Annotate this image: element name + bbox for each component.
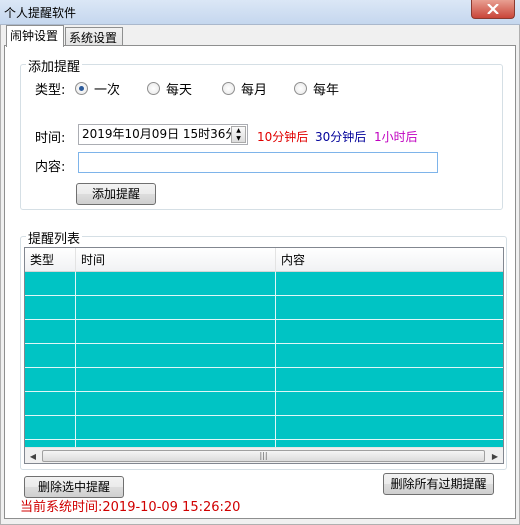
delete-selected-button[interactable]: 删除选中提醒 bbox=[24, 476, 124, 498]
cell-type bbox=[25, 392, 76, 415]
quick-1hour-link[interactable]: 1小时后 bbox=[374, 128, 418, 145]
quick-10min-link[interactable]: 10分钟后 bbox=[257, 128, 308, 145]
radio-label: 每月 bbox=[241, 83, 268, 98]
tab-label: 闹钟设置 bbox=[10, 29, 59, 43]
cell-time bbox=[76, 368, 276, 391]
button-label: 删除选中提醒 bbox=[37, 480, 110, 494]
cell-type bbox=[25, 440, 76, 447]
delete-expired-button[interactable]: 删除所有过期提醒 bbox=[383, 473, 494, 495]
cell-time bbox=[76, 416, 276, 439]
tab-panel-alarm: 添加提醒 类型: 一次 每天 每月 每年 时间: 2019年10月09日 15时… bbox=[4, 45, 516, 519]
reminder-list-title: 提醒列表 bbox=[26, 228, 83, 247]
cell-time bbox=[76, 296, 276, 319]
table-row[interactable] bbox=[25, 344, 503, 368]
radio-label: 每天 bbox=[166, 83, 193, 98]
title-bar: 个人提醒软件 bbox=[0, 0, 520, 25]
radio-button-icon bbox=[147, 82, 160, 95]
radio-label: 一次 bbox=[94, 83, 121, 98]
button-label: 添加提醒 bbox=[91, 187, 140, 201]
tab-alarm-settings[interactable]: 闹钟设置 bbox=[6, 25, 64, 47]
content-label: 内容: bbox=[35, 160, 66, 175]
radio-button-icon bbox=[294, 82, 307, 95]
cell-time bbox=[76, 440, 276, 447]
scroll-right-icon[interactable]: ▶ bbox=[487, 448, 503, 463]
cell-type bbox=[25, 272, 76, 295]
radio-button-icon bbox=[222, 82, 235, 95]
list-header: 类型 时间 内容 bbox=[25, 248, 503, 272]
cell-time bbox=[76, 320, 276, 343]
cell-type bbox=[25, 320, 76, 343]
datetime-picker[interactable]: 2019年10月09日 15时36分 ▲ ▼ bbox=[78, 124, 248, 145]
column-header-content[interactable]: 内容 bbox=[276, 248, 503, 272]
table-row[interactable] bbox=[25, 416, 503, 440]
window-body: 闹钟设置 系统设置 添加提醒 类型: 一次 每天 每月 每年 时间: 2019年… bbox=[0, 25, 520, 525]
type-label: 类型: bbox=[35, 83, 66, 98]
table-row[interactable] bbox=[25, 392, 503, 416]
spin-up-icon[interactable]: ▲ bbox=[232, 127, 245, 135]
radio-monthly[interactable]: 每月 bbox=[222, 79, 267, 98]
horizontal-scrollbar[interactable]: ◀ ||| ▶ bbox=[25, 447, 503, 463]
datetime-spinner[interactable]: ▲ ▼ bbox=[231, 126, 246, 143]
cell-type bbox=[25, 344, 76, 367]
cell-type bbox=[25, 296, 76, 319]
table-row[interactable] bbox=[25, 272, 503, 296]
cell-time bbox=[76, 272, 276, 295]
time-label: 时间: bbox=[35, 131, 66, 146]
current-system-time: 当前系统时间:2019-10-09 15:26:20 bbox=[20, 500, 241, 515]
button-label: 删除所有过期提醒 bbox=[390, 477, 487, 491]
cell-content bbox=[276, 320, 503, 343]
cell-time bbox=[76, 344, 276, 367]
spin-down-icon[interactable]: ▼ bbox=[232, 135, 245, 143]
scroll-thumb[interactable]: ||| bbox=[42, 450, 485, 462]
cell-time bbox=[76, 392, 276, 415]
content-input[interactable] bbox=[78, 152, 438, 173]
radio-daily[interactable]: 每天 bbox=[147, 79, 192, 98]
reminder-list[interactable]: 类型 时间 内容 ◀ ||| ▶ bbox=[24, 247, 504, 464]
add-reminder-group-title: 添加提醒 bbox=[26, 56, 83, 75]
radio-label: 每年 bbox=[313, 83, 340, 98]
cell-content bbox=[276, 368, 503, 391]
radio-once[interactable]: 一次 bbox=[75, 79, 120, 98]
column-header-time[interactable]: 时间 bbox=[76, 248, 276, 272]
cell-type bbox=[25, 368, 76, 391]
cell-content bbox=[276, 392, 503, 415]
radio-button-icon bbox=[75, 82, 88, 95]
cell-content bbox=[276, 440, 503, 447]
table-row[interactable] bbox=[25, 296, 503, 320]
table-row[interactable] bbox=[25, 320, 503, 344]
list-body bbox=[25, 272, 503, 447]
cell-type bbox=[25, 416, 76, 439]
cell-content bbox=[276, 344, 503, 367]
close-icon bbox=[487, 4, 499, 14]
add-reminder-button[interactable]: 添加提醒 bbox=[76, 183, 156, 205]
table-row[interactable] bbox=[25, 440, 503, 447]
scroll-left-icon[interactable]: ◀ bbox=[25, 448, 41, 463]
quick-30min-link[interactable]: 30分钟后 bbox=[315, 128, 366, 145]
window-title: 个人提醒软件 bbox=[4, 6, 77, 20]
datetime-value: 2019年10月09日 15时36分 bbox=[82, 127, 238, 141]
radio-yearly[interactable]: 每年 bbox=[294, 79, 339, 98]
tab-label: 系统设置 bbox=[69, 31, 118, 45]
close-button[interactable] bbox=[471, 0, 515, 19]
cell-content bbox=[276, 272, 503, 295]
cell-content bbox=[276, 416, 503, 439]
table-row[interactable] bbox=[25, 368, 503, 392]
column-header-type[interactable]: 类型 bbox=[25, 248, 76, 272]
cell-content bbox=[276, 296, 503, 319]
